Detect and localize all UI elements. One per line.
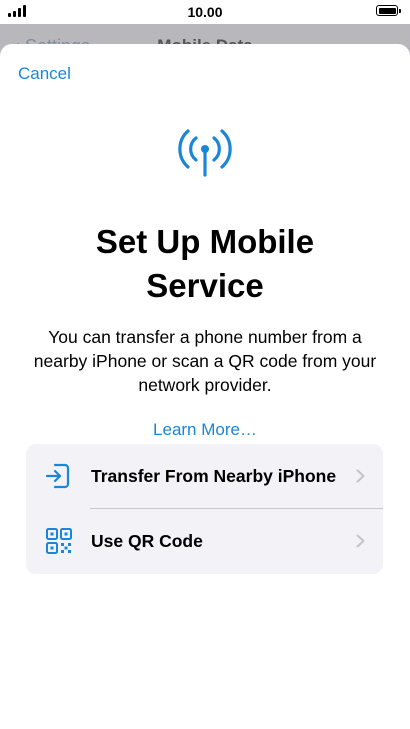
transfer-from-iphone-option[interactable]: Transfer From Nearby iPhone [26,444,383,508]
learn-more-link[interactable]: Learn More… [0,420,410,440]
battery-icon [376,5,401,16]
status-bar: 10.00 [0,0,410,24]
qr-code-icon [46,528,72,554]
chevron-right-icon [356,534,365,548]
use-qr-code-option[interactable]: Use QR Code [26,509,383,573]
page-title: Set Up Mobile Service [95,223,315,304]
cancel-button[interactable]: Cancel [18,64,71,84]
transfer-in-icon [45,463,70,489]
description-text: You can transfer a phone number from a n… [33,327,377,395]
status-time: 10.00 [187,4,223,20]
chevron-right-icon [356,469,365,483]
qr-option-label: Use QR Code [91,531,203,551]
options-list: Transfer From Nearby iPhone Use QR Code [26,444,383,574]
antenna-radiowaves-icon [178,129,232,177]
setup-sheet: Cancel Set Up Mobile Service You can tra… [0,44,410,729]
transfer-option-label: Transfer From Nearby iPhone [91,466,337,486]
